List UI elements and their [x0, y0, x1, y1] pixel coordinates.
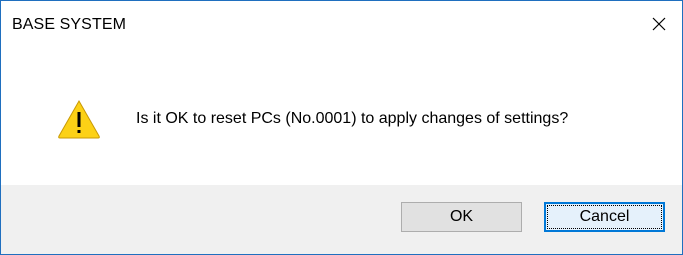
cancel-button-label: Cancel	[579, 208, 630, 225]
dialog-content: Is it OK to reset PCs (No.0001) to apply…	[1, 47, 682, 185]
ok-button[interactable]: OK	[401, 202, 522, 232]
warning-icon	[58, 99, 100, 139]
dialog-title: BASE SYSTEM	[12, 16, 127, 33]
dialog-message: Is it OK to reset PCs (No.0001) to apply…	[136, 110, 569, 127]
cancel-button[interactable]: Cancel	[544, 202, 665, 232]
close-icon	[652, 17, 666, 31]
message-dialog: BASE SYSTEM Is it OK to reset PCs (No.00…	[0, 0, 683, 255]
close-button[interactable]	[636, 1, 682, 47]
title-bar[interactable]: BASE SYSTEM	[1, 1, 682, 47]
button-bar: OK Cancel	[1, 185, 682, 254]
